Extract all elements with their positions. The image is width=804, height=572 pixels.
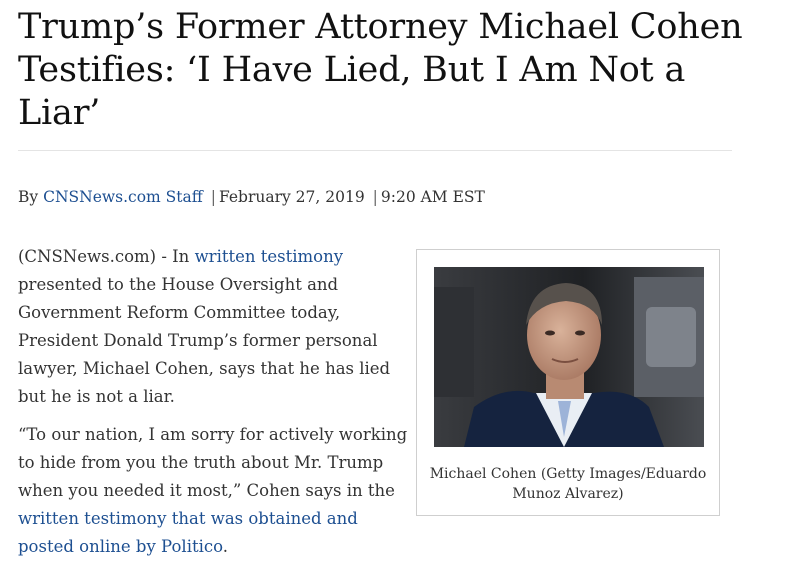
article-paragraph: “To our nation, I am sorry for actively … bbox=[18, 421, 413, 561]
author-link[interactable]: CNSNews.com Staff bbox=[43, 188, 203, 206]
article-headline: Trump’s Former Attorney Michael Cohen Te… bbox=[18, 7, 743, 133]
article-paragraph: (CNSNews.com) - In written testimony pre… bbox=[18, 243, 413, 411]
paragraph-text: (CNSNews.com) - In bbox=[18, 247, 195, 266]
paragraph-text: . bbox=[222, 537, 229, 556]
byline-separator: | bbox=[372, 188, 378, 206]
byline-time: 9:20 AM EST bbox=[380, 188, 485, 206]
byline: By CNSNews.com Staff | February 27, 2019 … bbox=[18, 186, 485, 208]
article-figure: Michael Cohen (Getty Images/Eduardo Muno… bbox=[416, 249, 720, 516]
article-photo bbox=[434, 267, 704, 447]
photo-illustration bbox=[434, 267, 704, 447]
headline-divider bbox=[18, 150, 732, 151]
article-body: (CNSNews.com) - In written testimony pre… bbox=[18, 243, 413, 571]
byline-prefix: By bbox=[18, 188, 39, 206]
politico-testimony-link[interactable]: written testimony that was obtained and … bbox=[18, 509, 358, 556]
paragraph-text: presented to the House Oversight and Gov… bbox=[18, 275, 391, 406]
photo-caption: Michael Cohen (Getty Images/Eduardo Muno… bbox=[429, 466, 707, 502]
written-testimony-link[interactable]: written testimony bbox=[195, 247, 343, 266]
paragraph-text: “To our nation, I am sorry for actively … bbox=[18, 425, 408, 500]
byline-separator: | bbox=[210, 188, 216, 206]
byline-date: February 27, 2019 bbox=[218, 188, 365, 206]
